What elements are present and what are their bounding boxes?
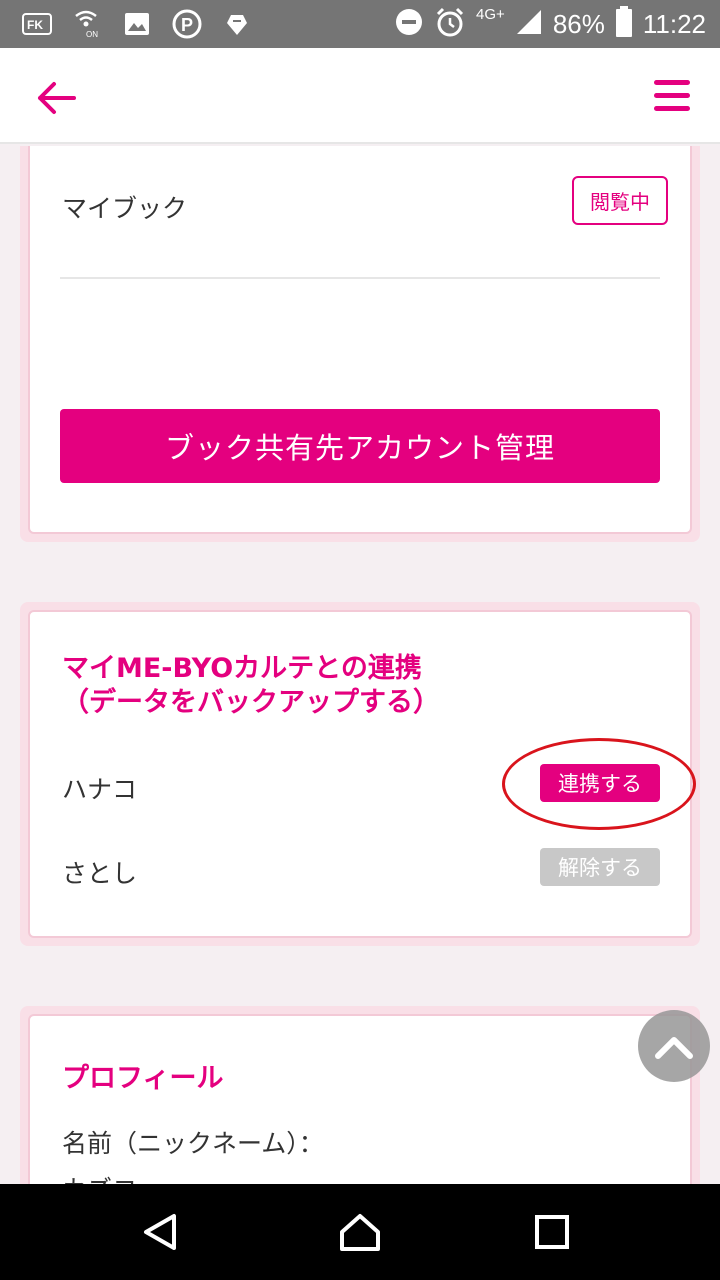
page-content: マイブック 閲覧中 ブック共有先アカウント管理 マイME-BYOカルテとの連携 …: [0, 146, 720, 1184]
image-icon: [122, 10, 152, 38]
menu-button[interactable]: [652, 76, 692, 116]
clock: 11:22: [642, 8, 706, 39]
mybook-card-body: マイブック 閲覧中 ブック共有先アカウント管理: [28, 146, 692, 534]
arrow-left-icon: [38, 82, 76, 114]
scroll-to-top-button[interactable]: [638, 1010, 710, 1082]
nav-back-button[interactable]: [130, 1204, 190, 1260]
profile-card: プロフィール 名前（ニックネーム）： カズコ: [20, 1006, 700, 1184]
battery-icon: [615, 6, 633, 42]
home-icon: [340, 1214, 380, 1251]
nav-home-button[interactable]: [330, 1204, 390, 1260]
alarm-icon: [434, 6, 466, 42]
game-icon: [222, 10, 252, 38]
nickname-value: カズコ: [62, 1170, 137, 1184]
wifi-calling-on-icon: ON: [72, 10, 102, 38]
nav-recents-button[interactable]: [522, 1204, 582, 1260]
network-type: 4G+: [476, 5, 505, 23]
minus-circle-icon: [394, 7, 424, 41]
section-title-mebyo: マイME-BYOカルテとの連携 （データをバックアップする）: [62, 652, 440, 720]
section-title-profile: プロフィール: [62, 1063, 224, 1094]
app-header: [0, 48, 720, 144]
section-title-line2: （データをバックアップする）: [62, 687, 440, 718]
user-name-satoshi: さとし: [62, 859, 138, 888]
status-bar: FK ON P 4G+ 86% 11:22: [0, 0, 720, 48]
highlight-ellipse: [502, 738, 696, 830]
viewing-status-tag: 閲覧中: [572, 176, 668, 225]
signal-icon: [515, 8, 543, 40]
system-nav-bar: [0, 1184, 720, 1280]
parking-icon: P: [172, 9, 202, 39]
unlink-button[interactable]: 解除する: [540, 848, 660, 886]
battery-percent: 86%: [552, 8, 605, 39]
section-title-line1: マイME-BYOカルテとの連携: [62, 653, 422, 684]
svg-text:FK: FK: [27, 18, 43, 32]
mybook-label: マイブック: [62, 194, 188, 223]
chevron-up-icon: [655, 1037, 693, 1059]
svg-text:ON: ON: [86, 30, 98, 38]
user-name-hanako: ハナコ: [62, 775, 138, 804]
triangle-back-icon: [144, 1214, 176, 1250]
divider: [60, 277, 660, 279]
nickname-label: 名前（ニックネーム）：: [62, 1129, 324, 1158]
mybook-card: マイブック 閲覧中 ブック共有先アカウント管理: [20, 146, 700, 542]
svg-text:P: P: [181, 15, 193, 35]
hamburger-menu-icon: [654, 80, 690, 111]
profile-card-body: プロフィール 名前（ニックネーム）： カズコ: [28, 1014, 692, 1184]
fk-icon: FK: [22, 10, 52, 38]
book-share-account-button[interactable]: ブック共有先アカウント管理: [60, 409, 660, 483]
square-recents-icon: [535, 1215, 569, 1249]
back-button[interactable]: [34, 76, 78, 120]
